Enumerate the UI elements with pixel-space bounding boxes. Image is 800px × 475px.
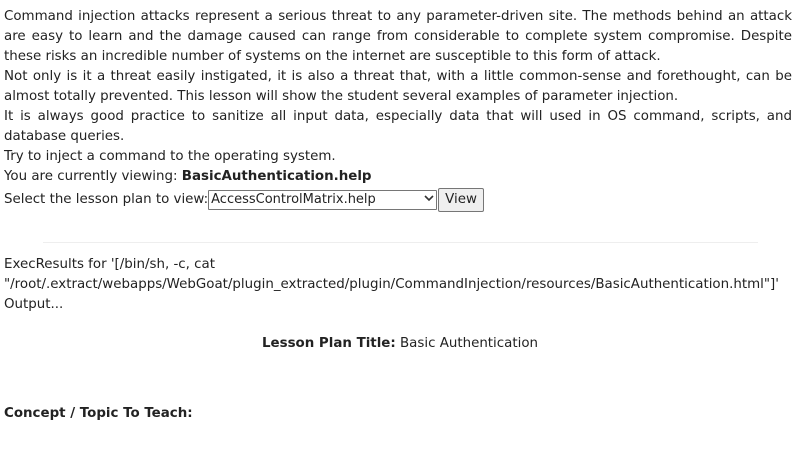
current-viewing: You are currently viewing: BasicAuthenti… [4, 167, 792, 187]
exec-line-1: ExecResults for '[/bin/sh, -c, cat [4, 257, 215, 272]
view-button[interactable]: View [438, 188, 484, 212]
lesson-plan-select[interactable]: AccessControlMatrix.help [208, 190, 438, 210]
lesson-plan-selected-value: AccessControlMatrix.help [211, 192, 376, 207]
intro-paragraph-3: It is always good practice to sanitize a… [4, 109, 792, 144]
concept-heading: Concept / Topic To Teach: [4, 406, 193, 421]
exec-output-label: Output... [4, 297, 64, 312]
viewing-value: BasicAuthentication.help [181, 169, 372, 184]
intro-paragraph-4: Try to inject a command to the operating… [4, 149, 336, 164]
intro-paragraph-1: Command injection attacks represent a se… [4, 9, 792, 64]
lesson-intro: Command injection attacks represent a se… [4, 7, 792, 167]
lesson-title-label: Lesson Plan Title: [261, 336, 396, 351]
viewing-prefix: You are currently viewing: [4, 169, 182, 184]
divider [43, 242, 758, 243]
lesson-plan-selector: Select the lesson plan to view: AccessCo… [4, 188, 792, 212]
lesson-plan-title: Lesson Plan Title: Basic Authentication [0, 334, 800, 354]
lesson-content: Command injection attacks represent a se… [4, 7, 792, 212]
chevron-down-icon [424, 190, 434, 210]
exec-line-2: "/root/.extract/webapps/WebGoat/plugin_e… [4, 277, 779, 292]
lesson-plan-label: Select the lesson plan to view: [4, 192, 209, 207]
exec-results: ExecResults for '[/bin/sh, -c, cat "/roo… [4, 255, 796, 315]
lesson-title-value: Basic Authentication [395, 336, 538, 351]
intro-paragraph-2: Not only is it a threat easily instigate… [4, 69, 792, 104]
